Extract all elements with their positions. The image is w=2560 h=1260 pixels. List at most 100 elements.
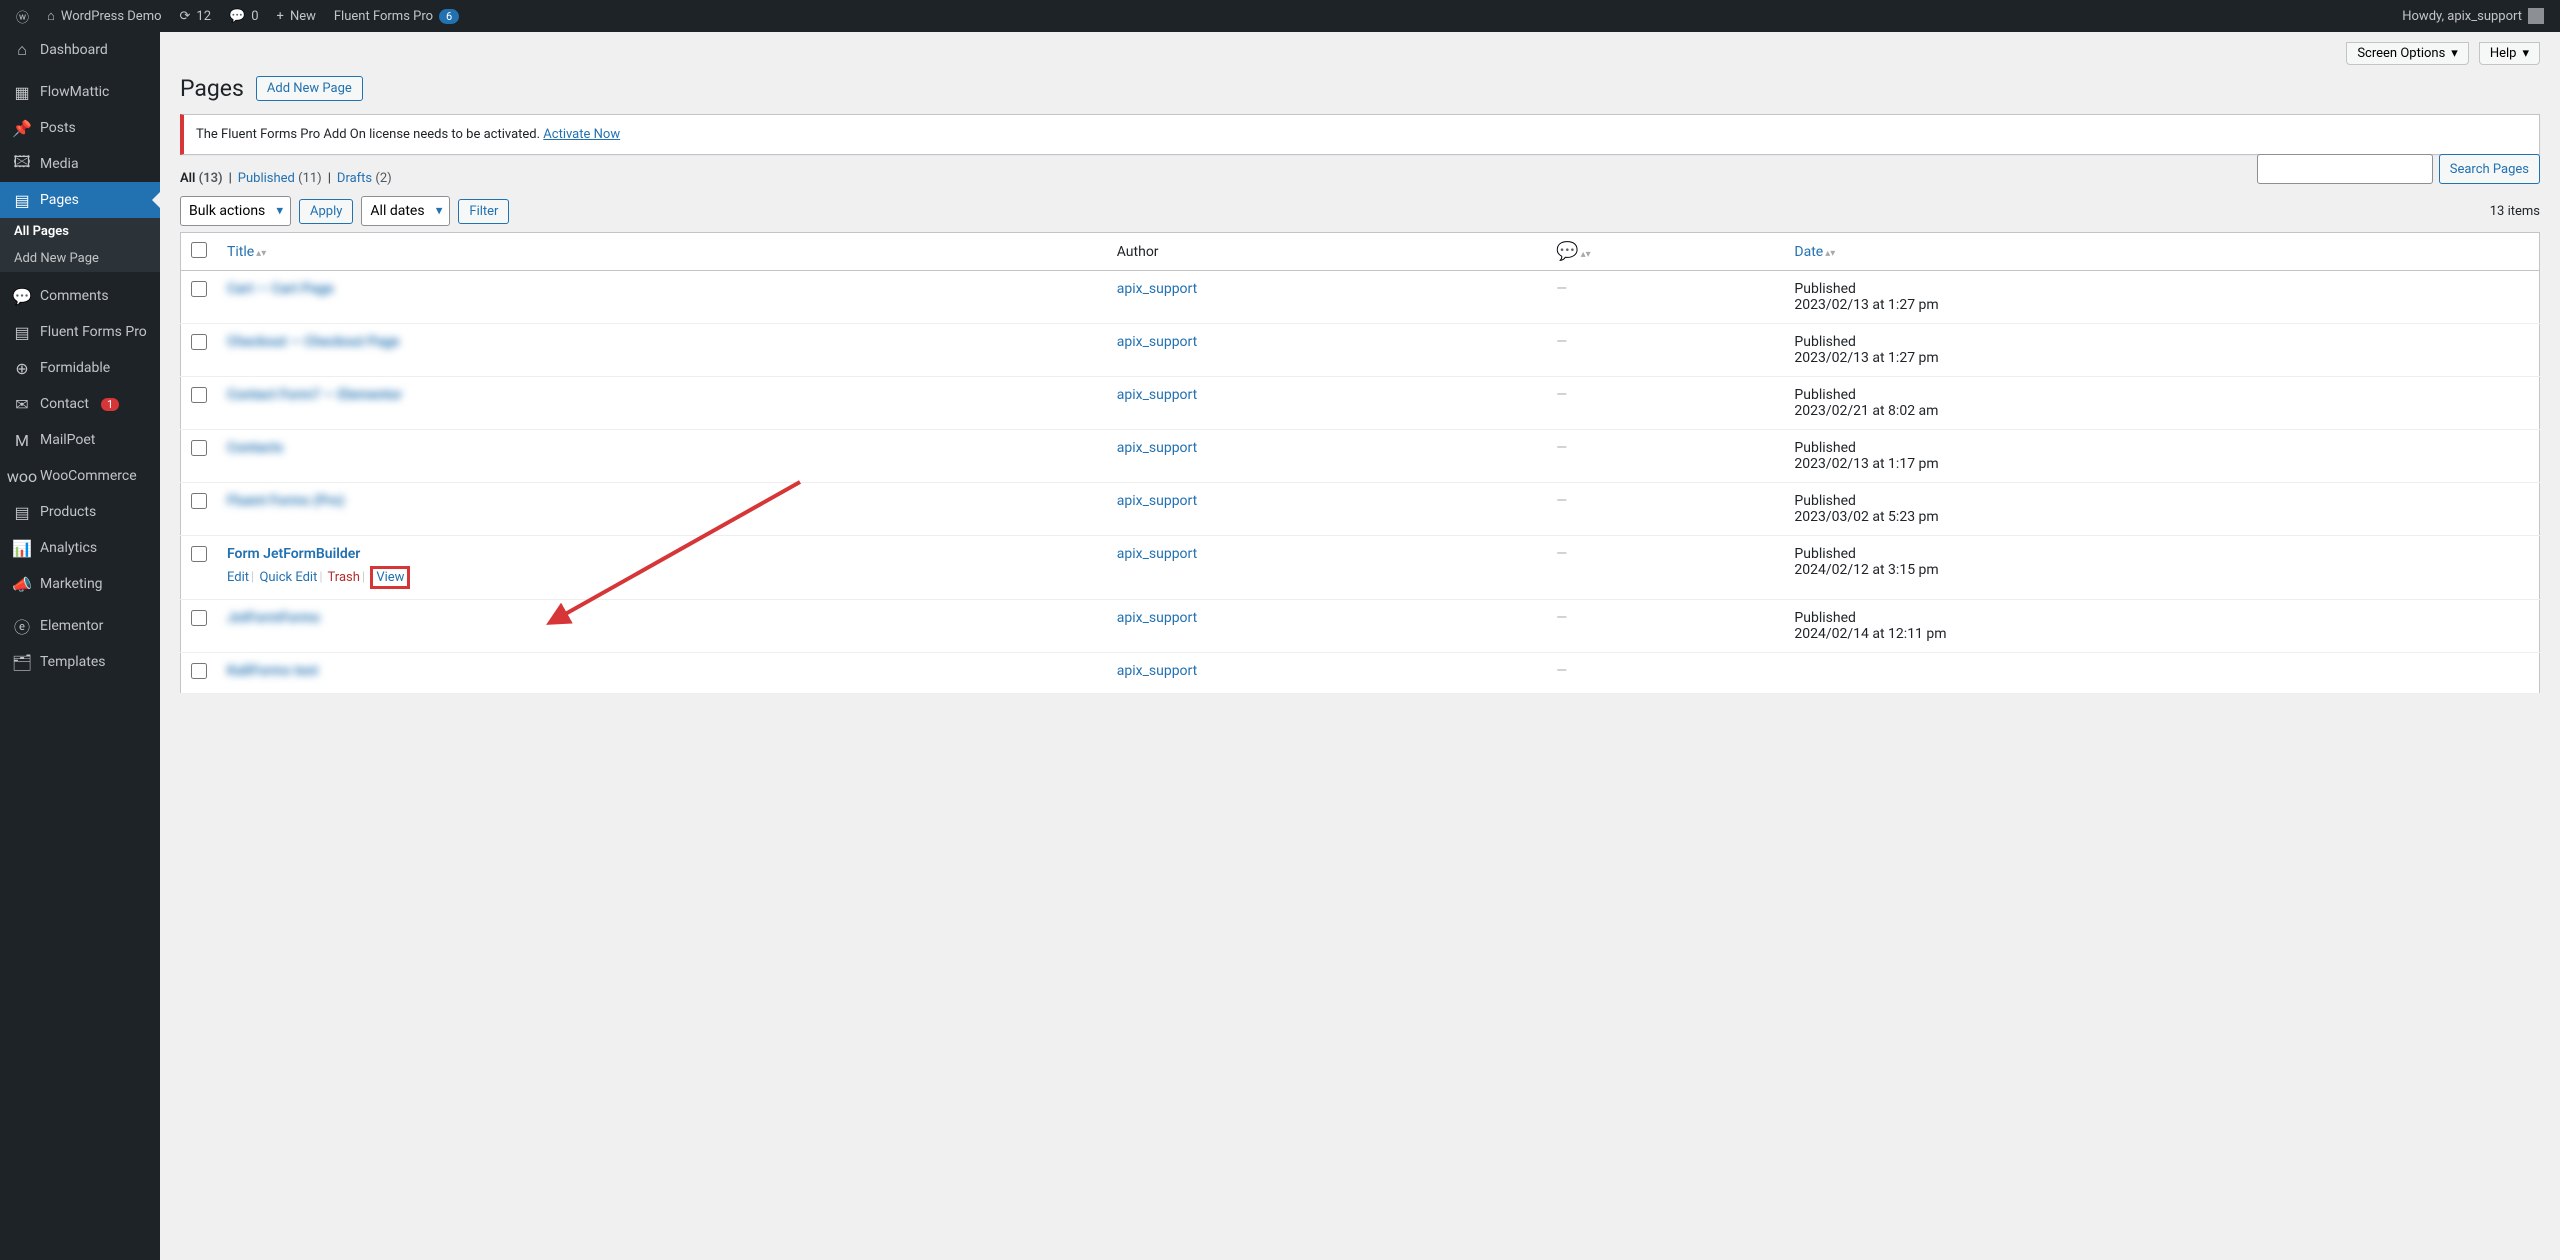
sidebar-item-templates[interactable]: 🗂Templates [0, 644, 160, 680]
view-link[interactable]: View [376, 570, 404, 585]
author-link[interactable]: apix_support [1117, 334, 1197, 350]
my-account-link[interactable]: Howdy, apix_support [2394, 0, 2552, 32]
sidebar-item-contact[interactable]: ✉Contact1 [0, 386, 160, 422]
row-checkbox[interactable] [191, 440, 207, 456]
sidebar-item-label: Fluent Forms Pro [40, 324, 147, 340]
sidebar-item-products[interactable]: ▤Products [0, 494, 160, 530]
comments-value: — [1556, 546, 1567, 562]
dates-filter-select[interactable]: All dates [361, 196, 450, 226]
page-title-link[interactable]: Contacts [227, 440, 283, 456]
sidebar-item-pages[interactable]: ▤Pages [0, 182, 160, 218]
page-title-link[interactable]: Checkout — Checkout Page [227, 334, 399, 350]
author-link[interactable]: apix_support [1117, 546, 1197, 562]
menu-icon: woo [12, 466, 32, 486]
sidebar-item-fluent-forms-pro[interactable]: ▤ Fluent Forms Pro [0, 314, 160, 350]
add-new-page-button[interactable]: Add New Page [256, 76, 363, 101]
sidebar-item-elementor[interactable]: ⓔElementor [0, 608, 160, 644]
sidebar-item-label: Products [40, 504, 96, 520]
sidebar-item-label: Comments [40, 288, 109, 304]
date-status: Published [1794, 387, 2529, 403]
updates-link[interactable]: ⟳12 [172, 0, 220, 32]
items-count: 13 items [2490, 204, 2540, 219]
sidebar-item-posts[interactable]: 📌Posts [0, 110, 160, 146]
plus-icon: + [277, 9, 284, 24]
sidebar-item-formidable[interactable]: ⊕Formidable [0, 350, 160, 386]
site-name-link[interactable]: ⌂WordPress Demo [39, 0, 170, 32]
author-link[interactable]: apix_support [1117, 610, 1197, 626]
sort-icon: ▴▾ [1825, 248, 1835, 259]
sidebar-item-woocommerce[interactable]: wooWooCommerce [0, 458, 160, 494]
help-button[interactable]: Help ▾ [2479, 42, 2540, 65]
sidebar-item-media[interactable]: 🖾Media [0, 146, 160, 182]
filter-button[interactable]: Filter [458, 199, 509, 224]
column-title[interactable]: Title▴▾ [217, 233, 1107, 271]
chevron-down-icon: ▾ [2522, 46, 2529, 61]
sidebar-item-label: Dashboard [40, 42, 108, 58]
table-row: JotFormForms apix_support — Published202… [181, 600, 2540, 653]
activate-now-link[interactable]: Activate Now [543, 127, 620, 142]
trash-link[interactable]: Trash [328, 570, 360, 585]
column-date[interactable]: Date▴▾ [1784, 233, 2539, 271]
wordpress-icon: ⓦ [16, 7, 29, 26]
row-checkbox[interactable] [191, 387, 207, 403]
page-title-link[interactable]: Fluent Forms (Pro) [227, 493, 345, 509]
filter-published[interactable]: Published (11) [238, 171, 322, 186]
author-link[interactable]: apix_support [1117, 493, 1197, 509]
comments-link[interactable]: 💬0 [221, 0, 267, 32]
quick-edit-link[interactable]: Quick Edit [259, 570, 317, 585]
date-value: 2023/02/13 at 1:17 pm [1794, 456, 1938, 472]
sidebar-item-flowmattic[interactable]: ▦FlowMattic [0, 74, 160, 110]
select-all-checkbox[interactable] [191, 242, 207, 258]
search-pages-button[interactable]: Search Pages [2439, 154, 2540, 184]
row-checkbox[interactable] [191, 334, 207, 350]
filter-drafts[interactable]: Drafts (2) [337, 171, 392, 186]
page-title-link[interactable]: Form JetFormBuilder [227, 546, 360, 562]
wp-logo[interactable]: ⓦ [8, 0, 37, 32]
fluent-forms-link[interactable]: Fluent Forms Pro6 [326, 0, 467, 32]
sidebar-item-label: MailPoet [40, 432, 95, 448]
avatar [2528, 8, 2544, 24]
sidebar-item-marketing[interactable]: 📣Marketing [0, 566, 160, 602]
screen-options-button[interactable]: Screen Options▾ [2346, 42, 2469, 65]
author-link[interactable]: apix_support [1117, 440, 1197, 456]
row-checkbox[interactable] [191, 281, 207, 297]
content-area: Screen Options▾ Help▾ Pages Add New Page… [160, 32, 2560, 1260]
new-content-link[interactable]: +New [269, 0, 324, 32]
menu-icon: ▤ [12, 322, 32, 342]
search-input[interactable] [2257, 154, 2433, 184]
date-status: Published [1794, 281, 2529, 297]
submenu-item-add-new-page[interactable]: Add New Page [0, 245, 160, 272]
sidebar-item-analytics[interactable]: 📊Analytics [0, 530, 160, 566]
edit-link[interactable]: Edit [227, 570, 249, 585]
date-value: 2024/02/12 at 3:15 pm [1794, 562, 1938, 578]
filter-all[interactable]: All (13) [180, 171, 223, 186]
date-value: 2023/03/02 at 5:23 pm [1794, 509, 1938, 525]
sidebar-item-mailpoet[interactable]: MMailPoet [0, 422, 160, 458]
row-checkbox[interactable] [191, 493, 207, 509]
date-status: Published [1794, 334, 2529, 350]
sidebar-item-comments[interactable]: 💬Comments [0, 278, 160, 314]
row-checkbox[interactable] [191, 663, 207, 679]
help-label: Help [2490, 46, 2517, 61]
sidebar-item-label: Pages [40, 192, 79, 208]
row-checkbox[interactable] [191, 610, 207, 626]
column-comments[interactable]: 💬▴▾ [1546, 233, 1784, 271]
page-title-link[interactable]: JotFormForms [227, 610, 320, 626]
menu-icon: ✉ [12, 394, 32, 414]
page-title-link[interactable]: KaliForms test [227, 663, 318, 679]
apply-button[interactable]: Apply [299, 199, 353, 224]
comments-value: — [1556, 387, 1567, 403]
comment-icon: 💬 [1556, 241, 1578, 262]
author-link[interactable]: apix_support [1117, 281, 1197, 297]
comments-value: — [1556, 334, 1567, 350]
author-link[interactable]: apix_support [1117, 663, 1197, 679]
page-title-link[interactable]: Contact Form7 — Elementor [227, 387, 402, 403]
submenu-item-all-pages[interactable]: All Pages [0, 218, 160, 245]
bulk-actions-select[interactable]: Bulk actions [180, 196, 291, 226]
page-title-link[interactable]: Cart — Cart Page [227, 281, 334, 297]
table-row: Checkout — Checkout Page apix_support — … [181, 324, 2540, 377]
menu-icon: 📣 [12, 574, 32, 594]
sidebar-item-dashboard[interactable]: ⌂Dashboard [0, 32, 160, 68]
author-link[interactable]: apix_support [1117, 387, 1197, 403]
row-checkbox[interactable] [191, 546, 207, 562]
